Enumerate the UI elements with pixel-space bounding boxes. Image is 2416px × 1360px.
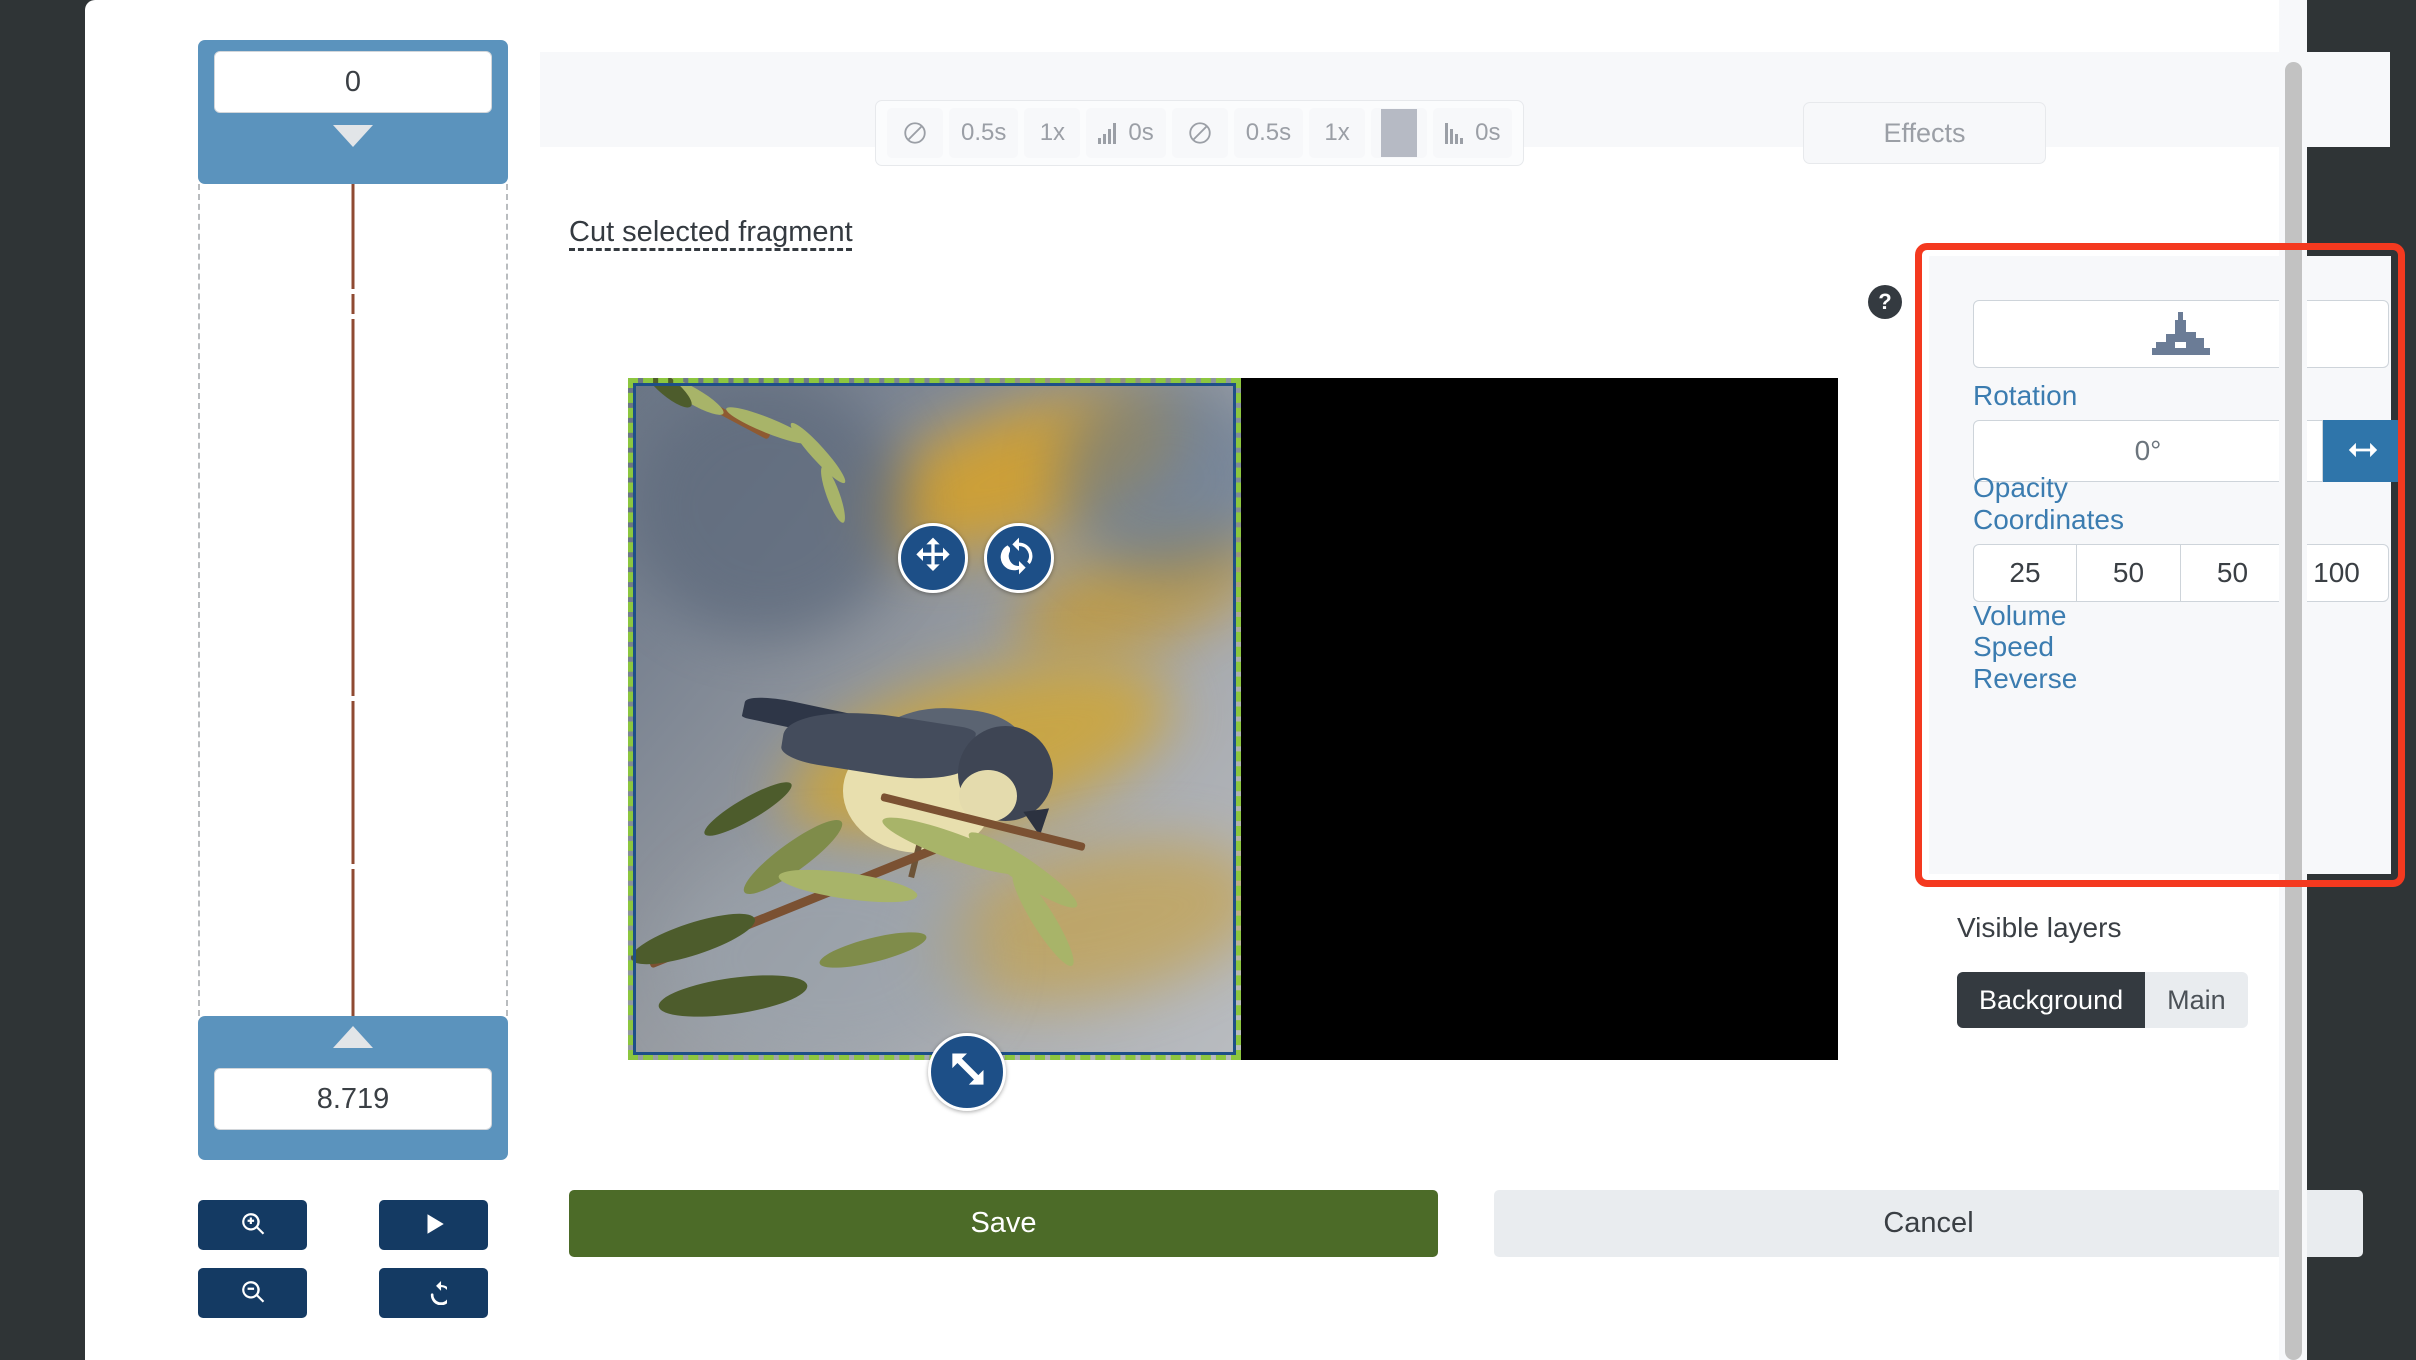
cityscape-thumbnail-icon (2152, 312, 2210, 356)
chevron-down-icon[interactable] (333, 125, 373, 147)
rotate-icon (999, 536, 1039, 581)
toolbar-item-6-label: 1x (1324, 119, 1350, 146)
timeline-start-control[interactable]: 0 (198, 40, 508, 184)
volume-label[interactable]: Volume (1973, 600, 2066, 632)
toolbar-item-2[interactable]: 1x (1024, 108, 1081, 158)
flip-horizontal-button[interactable] (2323, 420, 2403, 482)
vertical-scrollbar-track[interactable] (2279, 0, 2307, 1360)
toolbar-item-0[interactable] (887, 108, 943, 158)
vertical-scrollbar-thumb[interactable] (2285, 62, 2302, 1360)
cancel-button[interactable]: Cancel (1494, 1190, 2363, 1257)
fade-in-icon (1098, 121, 1120, 145)
replay-icon (421, 1279, 451, 1308)
flip-horizontal-icon (2346, 433, 2380, 470)
toolbar-item-5[interactable]: 0.5s (1233, 108, 1304, 158)
app-root: 0 8.719 0.5s 1x 0s 0.5s 1x 0s Effects Cu… (0, 0, 2416, 1360)
reverse-label[interactable]: Reverse (1973, 663, 2077, 695)
coordinate-x-input[interactable] (1973, 544, 2077, 602)
toolbar-item-7[interactable] (1371, 108, 1428, 158)
toolbar-item-8-label: 0s (1475, 119, 1501, 146)
properties-card: Rotation Opacity Coordinates (1929, 256, 2403, 874)
toolbar-item-1[interactable]: 0.5s (949, 108, 1019, 158)
timeline-track[interactable] (198, 184, 508, 1016)
transition-toolbar: 0.5s 1x 0s 0.5s 1x 0s (875, 100, 1525, 166)
toolbar-item-3[interactable]: 0s (1086, 108, 1166, 158)
chevron-up-icon[interactable] (333, 1026, 373, 1048)
rotate-handle[interactable] (984, 523, 1054, 593)
timeline-playhead[interactable] (351, 184, 355, 1016)
layer-toggle-main[interactable]: Main (2145, 972, 2248, 1028)
toolbar-item-6[interactable]: 1x (1309, 108, 1366, 158)
toolbar-item-8[interactable]: 0s (1433, 108, 1513, 158)
selected-media-layer[interactable] (628, 378, 1241, 1060)
save-button[interactable]: Save (569, 1190, 1438, 1257)
replay-button[interactable] (379, 1268, 488, 1318)
no-transition-icon (902, 120, 928, 146)
opacity-label[interactable]: Opacity (1973, 472, 2068, 504)
help-icon[interactable]: ? (1868, 285, 1902, 319)
toolbar-item-1-label: 0.5s (961, 119, 1007, 146)
timeline-column: 0 8.719 (198, 40, 508, 1160)
coordinates-row (1973, 544, 2389, 602)
properties-panel: ? Rotation 0° Opacity Coordinates 25 50 … (1868, 243, 2405, 887)
timeline-end-value[interactable]: 8.719 (214, 1068, 492, 1130)
color-swatch-icon (1381, 109, 1418, 157)
page-panel: 0 8.719 0.5s 1x 0s 0.5s 1x 0s Effects Cu… (85, 0, 2405, 1360)
effects-button[interactable]: Effects (1803, 102, 2046, 164)
resize-handle[interactable] (928, 1033, 1006, 1111)
zoom-in-button[interactable] (198, 1200, 307, 1250)
coordinate-width-input[interactable] (2181, 544, 2285, 602)
resize-diagonal-icon (945, 1048, 989, 1097)
no-transition-icon (1187, 120, 1213, 146)
toolbar-item-4[interactable] (1171, 108, 1228, 158)
zoom-out-button[interactable] (198, 1268, 307, 1318)
conifer-sprig (639, 378, 697, 414)
coordinate-y-input[interactable] (2077, 544, 2181, 602)
play-icon (421, 1211, 447, 1240)
move-arrows-icon (913, 536, 953, 581)
visible-layers-group: Background Main (1957, 972, 2248, 1028)
speed-label[interactable]: Speed (1973, 631, 2054, 663)
zoom-in-icon (240, 1211, 266, 1240)
rotation-label: Rotation (1973, 380, 2078, 411)
move-handle[interactable] (898, 523, 968, 593)
play-button[interactable] (379, 1200, 488, 1250)
fade-out-icon (1445, 121, 1467, 145)
timeline-end-control[interactable]: 8.719 (198, 1016, 508, 1160)
zoom-out-icon (240, 1279, 266, 1308)
toolbar-item-3-label: 0s (1128, 119, 1154, 146)
preview-canvas[interactable] (628, 378, 1838, 1111)
cut-selected-fragment-link[interactable]: Cut selected fragment (569, 216, 853, 249)
media-thumbnail-button[interactable] (1973, 300, 2389, 368)
layer-toggle-background[interactable]: Background (1957, 972, 2146, 1028)
timeline-start-value[interactable]: 0 (214, 51, 492, 113)
toolbar-item-5-label: 0.5s (1245, 119, 1292, 146)
toolbar-item-2-label: 1x (1039, 119, 1066, 146)
visible-layers-title: Visible layers (1957, 912, 2122, 943)
coordinates-label[interactable]: Coordinates (1973, 504, 2124, 536)
